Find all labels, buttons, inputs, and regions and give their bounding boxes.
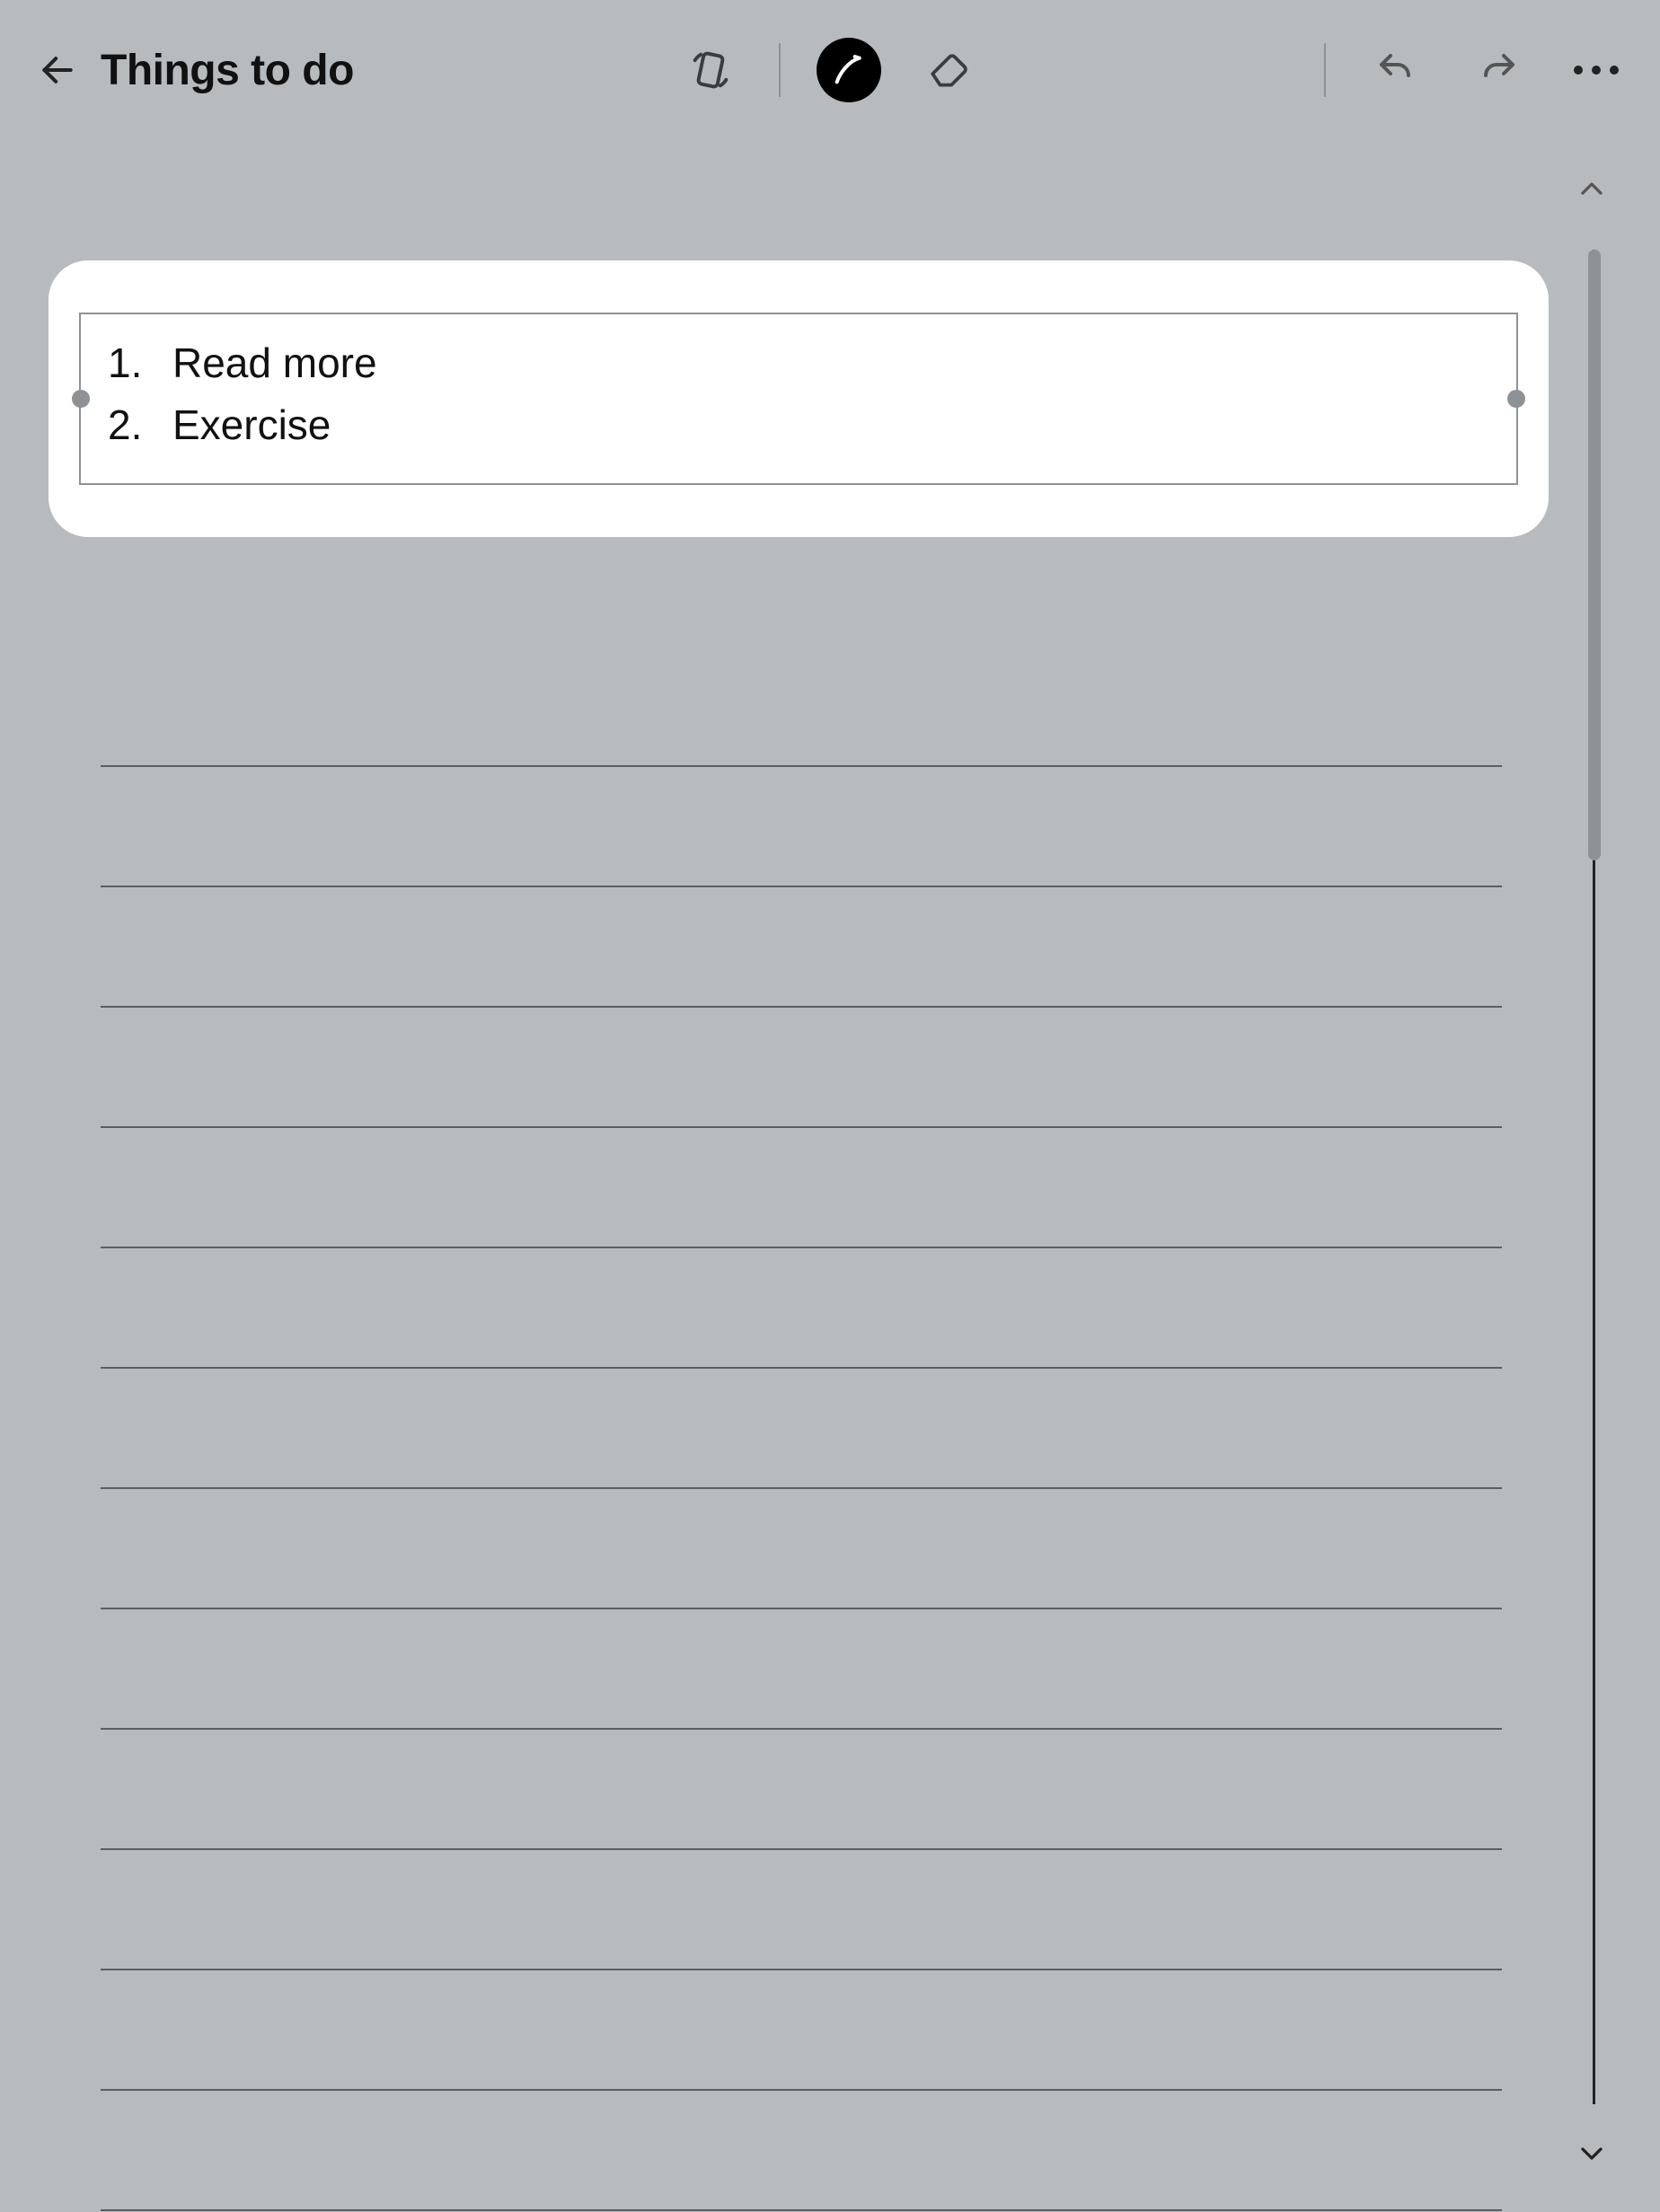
list-item: 2. Exercise	[108, 394, 1489, 456]
list-text: Read more	[172, 332, 377, 394]
rule-line	[101, 1369, 1502, 1489]
eraser-icon	[927, 48, 972, 93]
chevron-down-icon	[1574, 2136, 1610, 2172]
eraser-tool-button[interactable]	[917, 38, 982, 102]
rule-line	[101, 1248, 1502, 1369]
arrow-left-icon	[38, 50, 77, 90]
rule-line	[101, 1850, 1502, 1970]
rule-line	[101, 767, 1502, 887]
scroll-down-button[interactable]	[1574, 2136, 1610, 2176]
rule-line	[101, 1970, 1502, 2091]
rule-line	[101, 1609, 1502, 1730]
redo-icon	[1477, 48, 1520, 92]
toolbar: Things to do	[0, 0, 1660, 140]
undo-icon	[1374, 48, 1417, 92]
separator	[1324, 43, 1326, 97]
list-number: 2.	[108, 394, 147, 456]
rule-line	[101, 1128, 1502, 1248]
back-button[interactable]	[36, 48, 79, 92]
chevron-up-icon	[1574, 171, 1610, 207]
text-selection-box[interactable]: 1. Read more 2. Exercise	[79, 313, 1518, 485]
rule-line	[101, 1008, 1502, 1128]
redo-button[interactable]	[1466, 38, 1531, 102]
toolbar-left: Things to do	[36, 46, 354, 95]
rule-line	[101, 2091, 1502, 2211]
rotate-tool-button[interactable]	[678, 38, 743, 102]
selection-handle-right[interactable]	[1507, 390, 1525, 408]
undo-button[interactable]	[1364, 38, 1428, 102]
text-card: 1. Read more 2. Exercise	[49, 260, 1549, 537]
pen-tool-button[interactable]	[817, 38, 881, 102]
selection-handle-left[interactable]	[72, 390, 90, 408]
rotate-icon	[687, 47, 734, 93]
dot-icon	[1610, 66, 1619, 75]
pen-icon	[831, 52, 867, 88]
separator	[779, 43, 781, 97]
more-menu-button[interactable]	[1568, 48, 1624, 93]
rule-line	[101, 887, 1502, 1008]
dot-icon	[1574, 66, 1583, 75]
dot-icon	[1592, 66, 1601, 75]
toolbar-right	[1324, 38, 1624, 102]
scroll-up-button[interactable]	[1574, 171, 1610, 211]
rule-line	[101, 1730, 1502, 1850]
ruled-lines-area[interactable]	[101, 647, 1502, 2211]
rule-line	[101, 647, 1502, 767]
rule-line	[101, 1489, 1502, 1609]
scrollbar-thumb[interactable]	[1588, 250, 1601, 860]
list-number: 1.	[108, 332, 147, 394]
page-title: Things to do	[101, 46, 354, 95]
list-text: Exercise	[172, 394, 331, 456]
list-item: 1. Read more	[108, 332, 1489, 394]
toolbar-center	[678, 38, 982, 102]
